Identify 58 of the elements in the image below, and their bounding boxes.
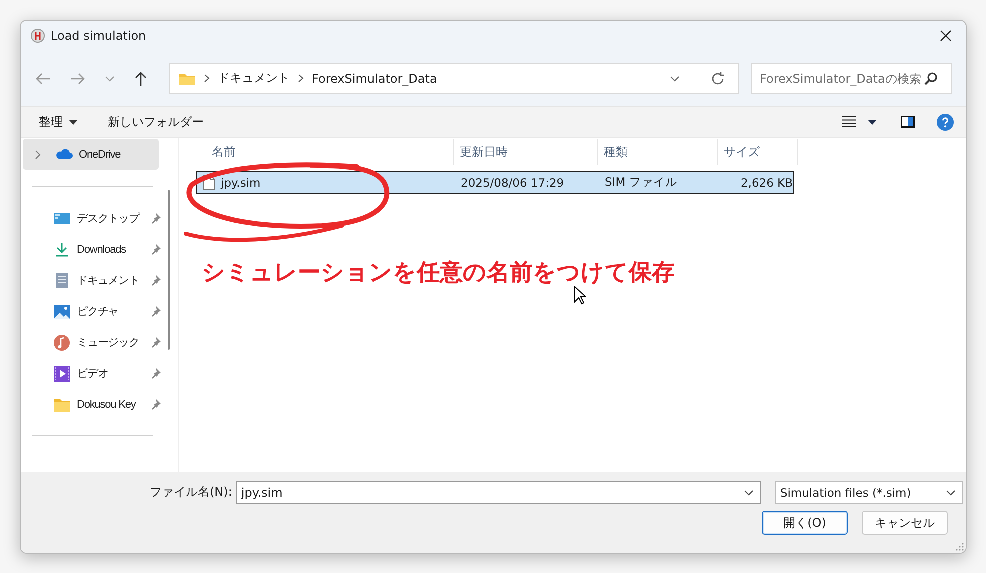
- new-folder-button[interactable]: 新しいフォルダー: [100, 110, 212, 134]
- cursor-icon: [574, 286, 586, 305]
- back-arrow-icon[interactable]: [35, 72, 51, 86]
- preview-pane-icon[interactable]: [901, 116, 915, 128]
- sidebar-item[interactable]: OneDrive: [23, 139, 159, 170]
- document-icon: [53, 272, 71, 290]
- chevron-down-icon[interactable]: [105, 76, 115, 82]
- window-title: Load simulation: [51, 29, 146, 43]
- search-icon: [924, 72, 938, 86]
- table-cell-text: 2025/08/06 17:29: [460, 174, 566, 192]
- sidebar-item[interactable]: デスクトップ: [21, 203, 161, 234]
- video-icon: [53, 364, 71, 382]
- column-header[interactable]: 名前: [179, 139, 454, 165]
- file-row[interactable]: jpy.sim 2025/08/06 17:29 SIM ファイル 2,626 KB: [196, 171, 794, 194]
- caret-icon: [69, 120, 78, 124]
- scrollbar-thumb[interactable]: [168, 190, 170, 350]
- open-button[interactable]: 開く(O): [762, 511, 848, 535]
- chevron-right-icon: [35, 150, 41, 160]
- column-header[interactable]: サイズ: [718, 139, 798, 165]
- sidebar-item[interactable]: Dokusou Key: [21, 389, 161, 420]
- filename-label: ファイル名(N):: [150, 484, 232, 501]
- column-header[interactable]: 更新日時: [454, 139, 598, 165]
- download-icon: [53, 240, 71, 258]
- table-cell: jpy.sim: [221, 176, 261, 190]
- refresh-icon[interactable]: [710, 70, 726, 86]
- chevron-down-icon[interactable]: [670, 76, 680, 82]
- organize-menu-button[interactable]: 整理: [31, 110, 86, 134]
- breadcrumb-item[interactable]: ForexSimulator_Data: [312, 72, 438, 86]
- search-field[interactable]: ForexSimulator_Dataの検索: [751, 63, 952, 94]
- caret-icon[interactable]: [868, 120, 877, 124]
- help-icon[interactable]: [937, 114, 954, 130]
- picture-icon: [53, 302, 71, 320]
- music-icon: [53, 334, 71, 352]
- cancel-button[interactable]: キャンセル: [862, 511, 948, 535]
- column-header[interactable]: 種類: [598, 139, 718, 165]
- filename-field[interactable]: jpy.sim: [236, 481, 762, 504]
- sidebar-item[interactable]: Downloads: [21, 234, 161, 265]
- annotation-text: シミュレーションを任意の名前をつけて保存: [202, 259, 675, 288]
- chevron-right-icon: [204, 74, 210, 83]
- table-cell-text: SIM ファイル: [604, 174, 678, 191]
- chevron-right-icon: [298, 74, 304, 83]
- view-list-icon[interactable]: [842, 116, 856, 128]
- sidebar-item[interactable]: ピクチャ: [21, 296, 161, 327]
- sidebar-item[interactable]: ミュージック: [21, 327, 161, 358]
- forward-arrow-icon[interactable]: [70, 72, 86, 86]
- sidebar-item[interactable]: ドキュメント: [21, 265, 161, 296]
- table-cell-text: 2,626 KB: [740, 174, 793, 192]
- up-arrow-icon[interactable]: [134, 70, 148, 86]
- file-type-dropdown[interactable]: Simulation files (*.sim): [775, 481, 964, 504]
- chevron-down-icon: [946, 490, 956, 496]
- folder-icon: [178, 72, 196, 86]
- breadcrumb-item[interactable]: ドキュメント: [218, 70, 290, 87]
- resize-grip-icon: [956, 543, 964, 551]
- close-icon[interactable]: [940, 30, 952, 42]
- address-bar[interactable]: ドキュメント ForexSimulator_Data: [169, 63, 739, 94]
- app-icon: [31, 29, 45, 43]
- chevron-down-icon: [744, 490, 754, 496]
- sidebar-item[interactable]: ビデオ: [21, 358, 161, 389]
